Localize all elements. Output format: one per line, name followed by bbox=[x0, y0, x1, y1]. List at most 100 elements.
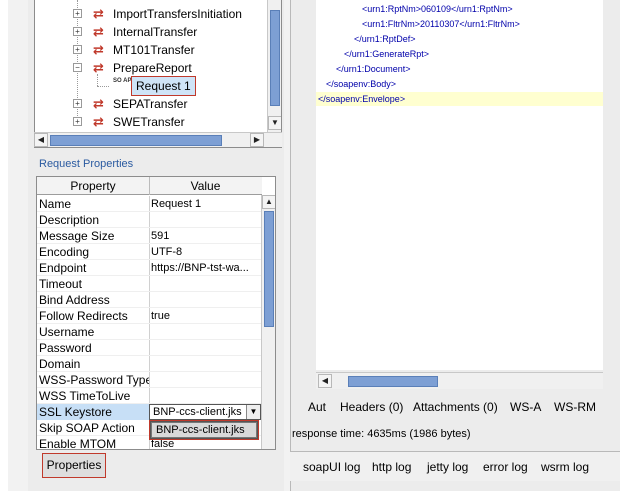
table-row[interactable]: WSS-Password Type bbox=[37, 372, 262, 388]
column-header-value[interactable]: Value bbox=[149, 177, 261, 195]
xml-line: </urn1:RptDef> bbox=[354, 34, 416, 44]
table-row[interactable]: Name Request 1 bbox=[37, 196, 262, 212]
property-name: Domain bbox=[39, 357, 81, 371]
table-row[interactable]: Username bbox=[37, 324, 262, 340]
expand-icon[interactable]: + bbox=[73, 99, 82, 108]
table-row[interactable]: WSS TimeToLive bbox=[37, 388, 262, 404]
table-row[interactable]: Endpoint https://BNP-tst-wa... bbox=[37, 260, 262, 276]
tree-vertical-scrollbar[interactable]: ▼ bbox=[267, 0, 281, 132]
ssl-keystore-select[interactable]: BNP-ccs-client.jks ▼ bbox=[149, 404, 261, 420]
xml-line-current: </soapenv:Envelope> bbox=[316, 92, 603, 106]
property-value[interactable]: https://BNP-tst-wa... bbox=[151, 260, 259, 276]
table-row[interactable]: Follow Redirects true bbox=[37, 308, 262, 324]
tab-soapui-log[interactable]: soapUI log bbox=[303, 460, 360, 474]
property-name: Endpoint bbox=[39, 261, 87, 275]
collapse-icon[interactable]: − bbox=[73, 63, 82, 72]
tree-item-sepatransfer[interactable]: + ⇄ SEPATransfer bbox=[35, 95, 267, 113]
property-name: Enable MTOM bbox=[39, 437, 117, 450]
expand-icon[interactable]: + bbox=[73, 9, 82, 18]
tree-item-request-1[interactable]: SO AP Request 1 bbox=[35, 76, 267, 96]
xml-line: </urn1:Document> bbox=[336, 64, 411, 74]
properties-vertical-scrollbar[interactable]: ▲ bbox=[261, 195, 275, 449]
scroll-thumb[interactable] bbox=[270, 10, 280, 106]
tree-item-preparereport[interactable]: − ⇄ PrepareReport bbox=[35, 59, 267, 77]
property-name: Message Size bbox=[39, 229, 115, 243]
scroll-thumb[interactable] bbox=[50, 135, 222, 146]
tab-auth[interactable]: Aut bbox=[308, 400, 326, 414]
tree-item-label: Request 1 bbox=[131, 76, 196, 96]
xml-line: </urn1:GenerateRpt> bbox=[344, 49, 430, 59]
property-name: WSS TimeToLive bbox=[39, 389, 131, 403]
request-tabs: Aut Headers (0) Attachments (0) WS-A WS-… bbox=[290, 396, 620, 418]
ssl-keystore-dropdown-list: BNP-ccs-client.jks bbox=[149, 420, 259, 440]
chevron-down-icon[interactable]: ▼ bbox=[246, 405, 260, 419]
tab-attachments[interactable]: Attachments (0) bbox=[413, 400, 498, 414]
tab-ws-a[interactable]: WS-A bbox=[510, 400, 541, 414]
tree-horizontal-scrollbar[interactable]: ◀ ▶ bbox=[34, 132, 282, 147]
table-row[interactable]: Description bbox=[37, 212, 262, 228]
table-row[interactable]: Bind Address bbox=[37, 292, 262, 308]
property-value[interactable]: UTF-8 bbox=[151, 244, 259, 260]
xml-line: </soapenv:Body> bbox=[326, 79, 397, 89]
xml-horizontal-scrollbar[interactable]: ◀ bbox=[316, 372, 603, 389]
table-row[interactable]: Timeout bbox=[37, 276, 262, 292]
xml-line: <urn1:RptNm>060109</urn1:RptNm> bbox=[362, 4, 513, 14]
expand-icon[interactable]: + bbox=[73, 45, 82, 54]
tree-item-label: MT101Transfer bbox=[113, 43, 195, 57]
request-properties-title: Request Properties bbox=[39, 158, 134, 170]
table-row[interactable]: Password bbox=[37, 340, 262, 356]
expand-icon[interactable]: + bbox=[73, 117, 82, 126]
table-header: Property Value bbox=[37, 177, 262, 195]
property-name: Follow Redirects bbox=[39, 309, 128, 323]
scroll-left-icon[interactable]: ◀ bbox=[34, 133, 48, 147]
tab-headers[interactable]: Headers (0) bbox=[340, 400, 403, 414]
property-value[interactable]: 591 bbox=[151, 228, 259, 244]
tree-item-importtransfersinitiation[interactable]: + ⇄ ImportTransfersInitiation bbox=[35, 5, 267, 23]
tree-item-label: ImportTransfersInitiation bbox=[113, 7, 242, 21]
property-name: Skip SOAP Action bbox=[39, 421, 135, 435]
tree-item-label: SEPATransfer bbox=[113, 97, 188, 111]
tab-error-log[interactable]: error log bbox=[483, 460, 528, 474]
table-row[interactable]: Encoding UTF-8 bbox=[37, 244, 262, 260]
properties-button[interactable]: Properties bbox=[42, 453, 106, 478]
tab-http-log[interactable]: http log bbox=[372, 460, 411, 474]
scroll-up-icon[interactable]: ▲ bbox=[262, 195, 275, 209]
dropdown-option[interactable]: BNP-ccs-client.jks bbox=[151, 422, 257, 438]
property-name: Encoding bbox=[39, 245, 90, 259]
select-value: BNP-ccs-client.jks bbox=[153, 406, 242, 418]
scroll-left-icon[interactable]: ◀ bbox=[318, 374, 332, 388]
property-name: Description bbox=[39, 213, 100, 227]
tree-item-label: PrepareReport bbox=[113, 61, 192, 75]
request-xml-editor[interactable]: <urn1:RptNm>060109</urn1:RptNm> <urn1:Fl… bbox=[316, 0, 603, 370]
operation-icon: ⇄ bbox=[93, 60, 104, 75]
property-value[interactable]: Request 1 bbox=[151, 196, 259, 212]
scroll-thumb[interactable] bbox=[348, 376, 438, 387]
property-name: Name bbox=[39, 197, 72, 211]
table-row[interactable]: Domain bbox=[37, 356, 262, 372]
tab-ws-rm[interactable]: WS-RM bbox=[554, 400, 596, 414]
table-row[interactable]: Message Size 591 bbox=[37, 228, 262, 244]
tree-item-internaltransfer[interactable]: + ⇄ InternalTransfer bbox=[35, 23, 267, 41]
project-tree: + ⇄ ImportTransfersInitiation + ⇄ Intern… bbox=[34, 0, 282, 148]
table-row-selected[interactable]: SSL Keystore BNP-ccs-client.jks ▼ bbox=[37, 404, 262, 420]
scroll-down-icon[interactable]: ▼ bbox=[268, 116, 281, 130]
operation-icon: ⇄ bbox=[93, 96, 104, 111]
operation-icon: ⇄ bbox=[93, 6, 104, 21]
column-header-property[interactable]: Property bbox=[37, 177, 149, 195]
property-name: SSL Keystore bbox=[37, 404, 149, 420]
tab-jetty-log[interactable]: jetty log bbox=[427, 460, 468, 474]
property-name: Bind Address bbox=[39, 293, 110, 307]
scroll-thumb[interactable] bbox=[264, 211, 274, 327]
expand-icon[interactable]: + bbox=[73, 27, 82, 36]
soap-request-icon: SO AP bbox=[113, 78, 132, 84]
tab-wsrm-log[interactable]: wsrm log bbox=[541, 460, 589, 474]
tree-item-mt101transfer[interactable]: + ⇄ MT101Transfer bbox=[35, 41, 267, 59]
response-time: response time: 4635ms (1986 bytes) bbox=[292, 428, 471, 440]
property-name: Password bbox=[39, 341, 92, 355]
property-value[interactable]: true bbox=[151, 308, 259, 324]
operation-icon: ⇄ bbox=[93, 24, 104, 39]
tree-item-swetransfer[interactable]: + ⇄ SWETransfer bbox=[35, 113, 267, 131]
tree-item-label: SWETransfer bbox=[113, 115, 185, 129]
scroll-right-icon[interactable]: ▶ bbox=[250, 133, 264, 147]
property-name: WSS-Password Type bbox=[39, 373, 149, 387]
